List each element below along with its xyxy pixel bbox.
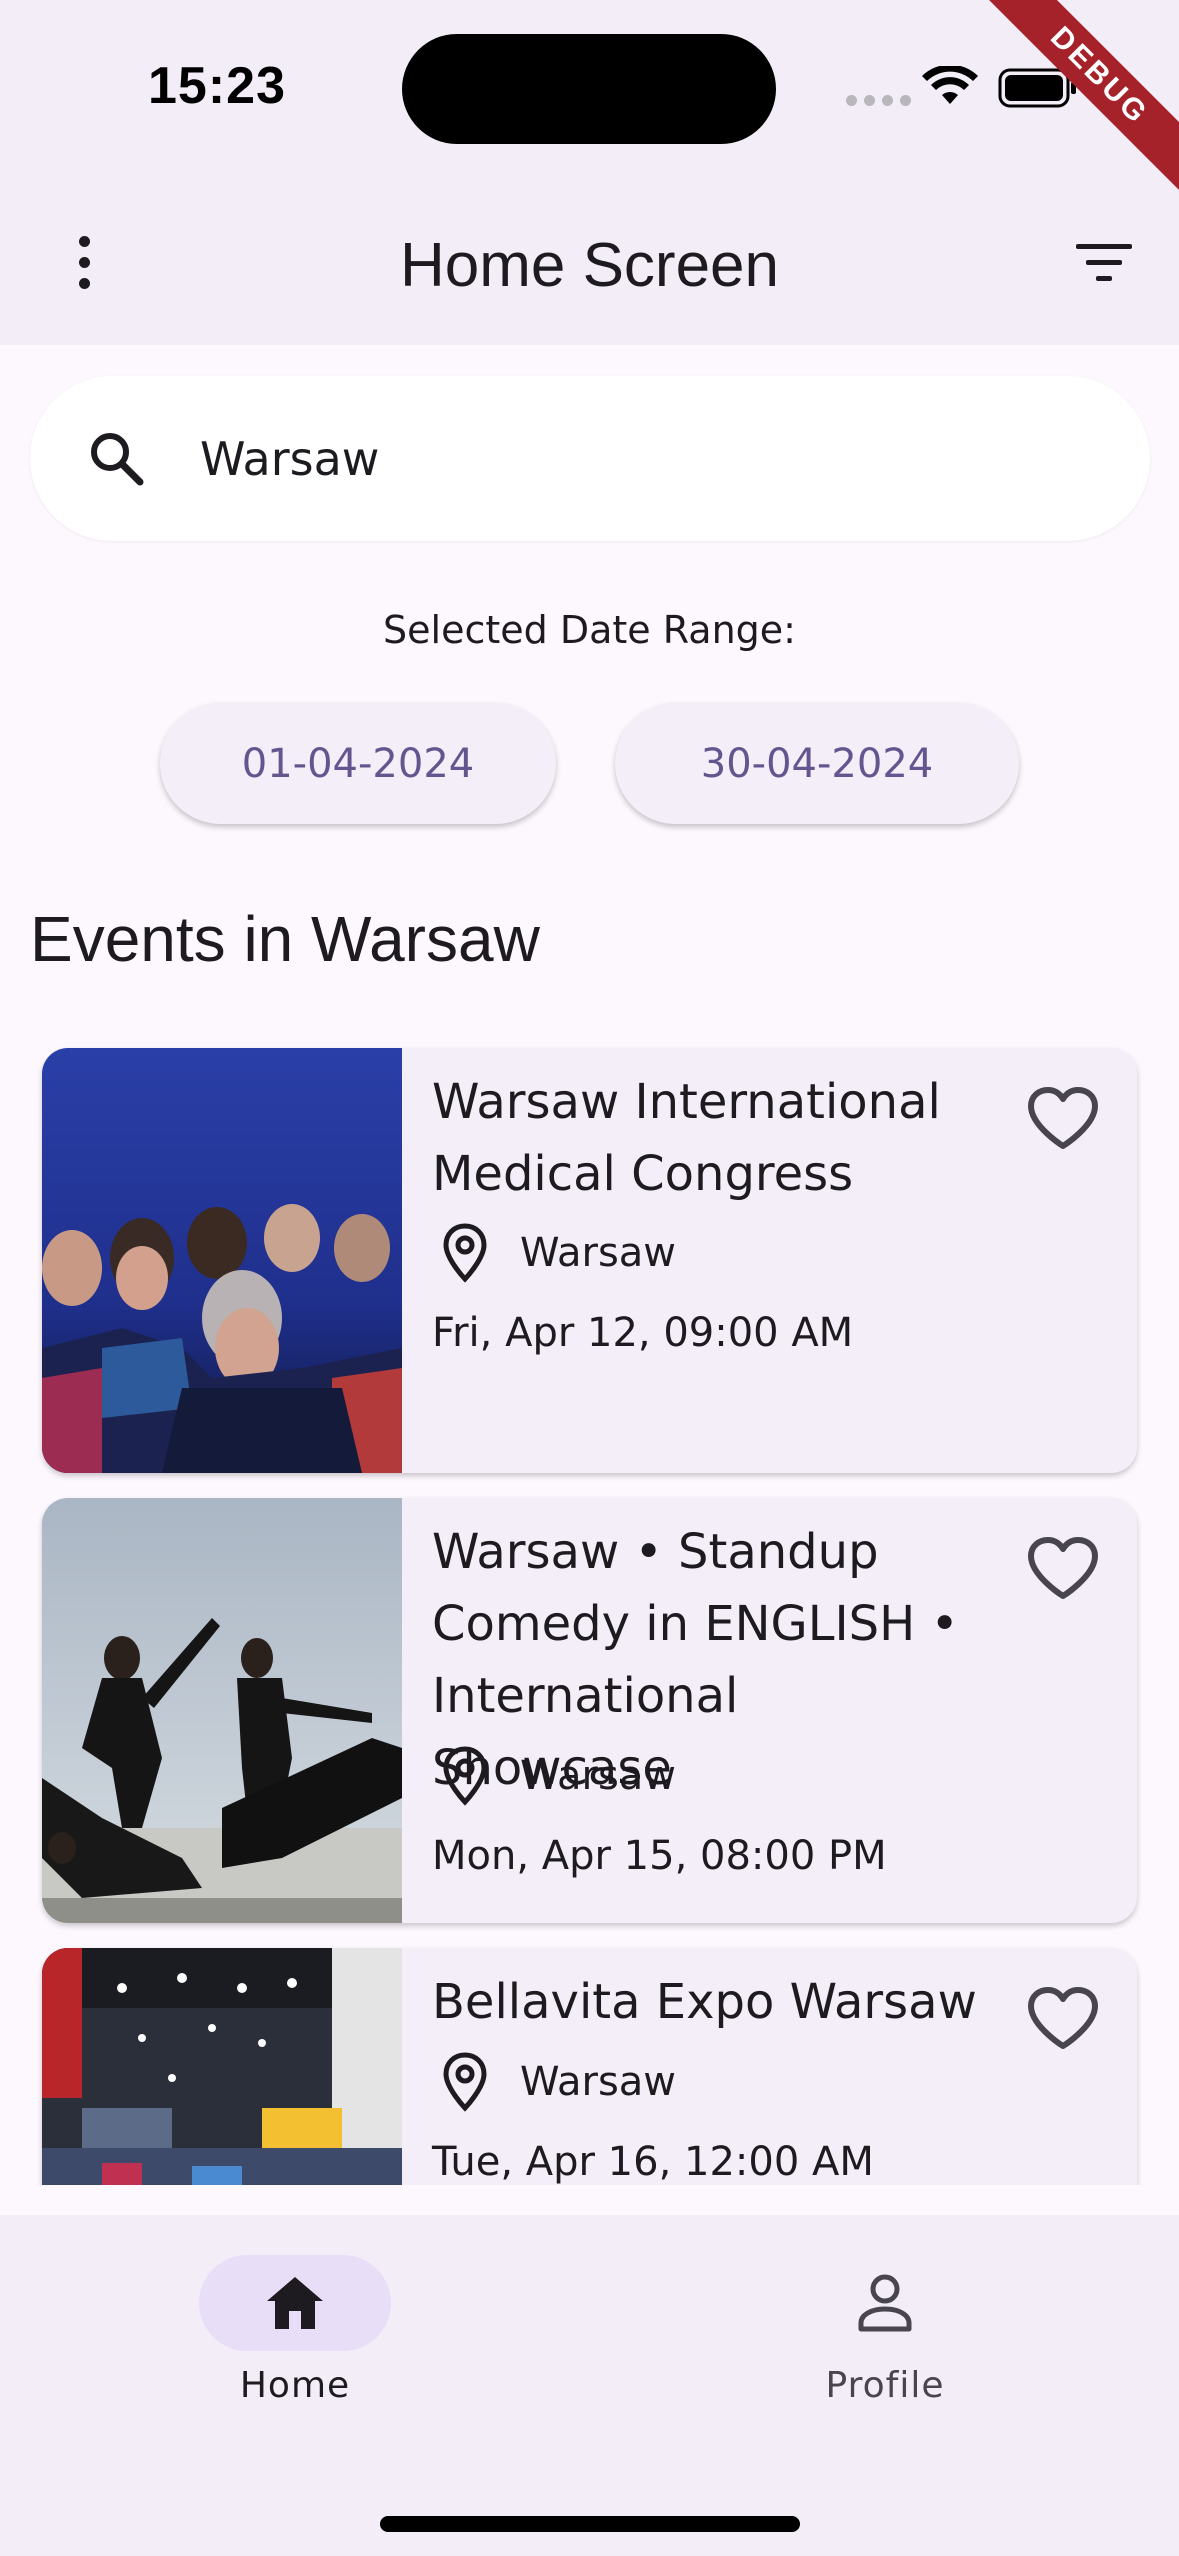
- app-bar: Home Screen: [0, 190, 1179, 345]
- dynamic-island: [402, 34, 776, 144]
- event-date: Mon, Apr 15, 08:00 PM: [432, 1833, 887, 1879]
- event-card[interactable]: Warsaw • Standup Comedy in ENGLISH • Int…: [42, 1498, 1137, 1923]
- nav-label: Profile: [825, 2365, 945, 2406]
- event-image: [42, 1948, 402, 2185]
- event-list[interactable]: Warsaw International Medical Congress Wa…: [0, 1040, 1179, 2185]
- nav-item-home[interactable]: Home: [145, 2255, 445, 2406]
- home-icon: [267, 2277, 323, 2329]
- search-bar[interactable]: [30, 376, 1150, 541]
- nav-indicator: [789, 2255, 981, 2351]
- wifi-icon: [922, 66, 978, 104]
- person-icon: [858, 2274, 912, 2332]
- heart-icon[interactable]: [1026, 1986, 1100, 2052]
- event-location: Warsaw: [442, 1746, 676, 1806]
- bottom-navigation: Home Profile: [0, 2215, 1179, 2556]
- event-card[interactable]: Warsaw International Medical Congress Wa…: [42, 1048, 1137, 1473]
- event-location: Warsaw: [442, 2052, 676, 2112]
- event-date: Tue, Apr 16, 12:00 AM: [432, 2139, 874, 2185]
- event-location: Warsaw: [442, 1223, 676, 1283]
- event-image: [42, 1498, 402, 1923]
- event-location-text: Warsaw: [520, 1753, 677, 1799]
- event-date: Fri, Apr 12, 09:00 AM: [432, 1310, 854, 1356]
- end-date-button[interactable]: 30-04-2024: [615, 703, 1019, 824]
- nav-indicator: [199, 2255, 391, 2351]
- status-time: 15:23: [148, 57, 286, 115]
- section-title: Events in Warsaw: [30, 903, 540, 975]
- page-title: Home Screen: [399, 231, 780, 300]
- search-icon: [91, 433, 144, 486]
- home-indicator: [380, 2516, 800, 2532]
- filter-icon[interactable]: [1074, 240, 1134, 286]
- event-location-text: Warsaw: [520, 2059, 677, 2105]
- search-input[interactable]: [200, 376, 1100, 541]
- heart-icon[interactable]: [1026, 1086, 1100, 1152]
- event-location-text: Warsaw: [520, 1230, 677, 1276]
- location-pin-icon: [443, 1746, 487, 1806]
- event-image: [42, 1048, 402, 1473]
- event-title: Warsaw International Medical Congress: [432, 1074, 941, 1202]
- cellular-signal-icon: [846, 95, 911, 106]
- nav-item-profile[interactable]: Profile: [735, 2255, 1035, 2406]
- start-date-button[interactable]: 01-04-2024: [160, 703, 556, 824]
- event-title: Bellavita Expo Warsaw: [432, 1974, 977, 2030]
- location-pin-icon: [443, 2052, 487, 2112]
- location-pin-icon: [443, 1223, 487, 1283]
- heart-icon[interactable]: [1026, 1536, 1100, 1602]
- date-range-label: Selected Date Range:: [383, 608, 796, 652]
- status-bar: 15:23 DEBUG: [0, 0, 1179, 200]
- event-card[interactable]: Bellavita Expo Warsaw Warsaw Tue, Apr 16…: [42, 1948, 1137, 2185]
- nav-label: Home: [239, 2365, 351, 2406]
